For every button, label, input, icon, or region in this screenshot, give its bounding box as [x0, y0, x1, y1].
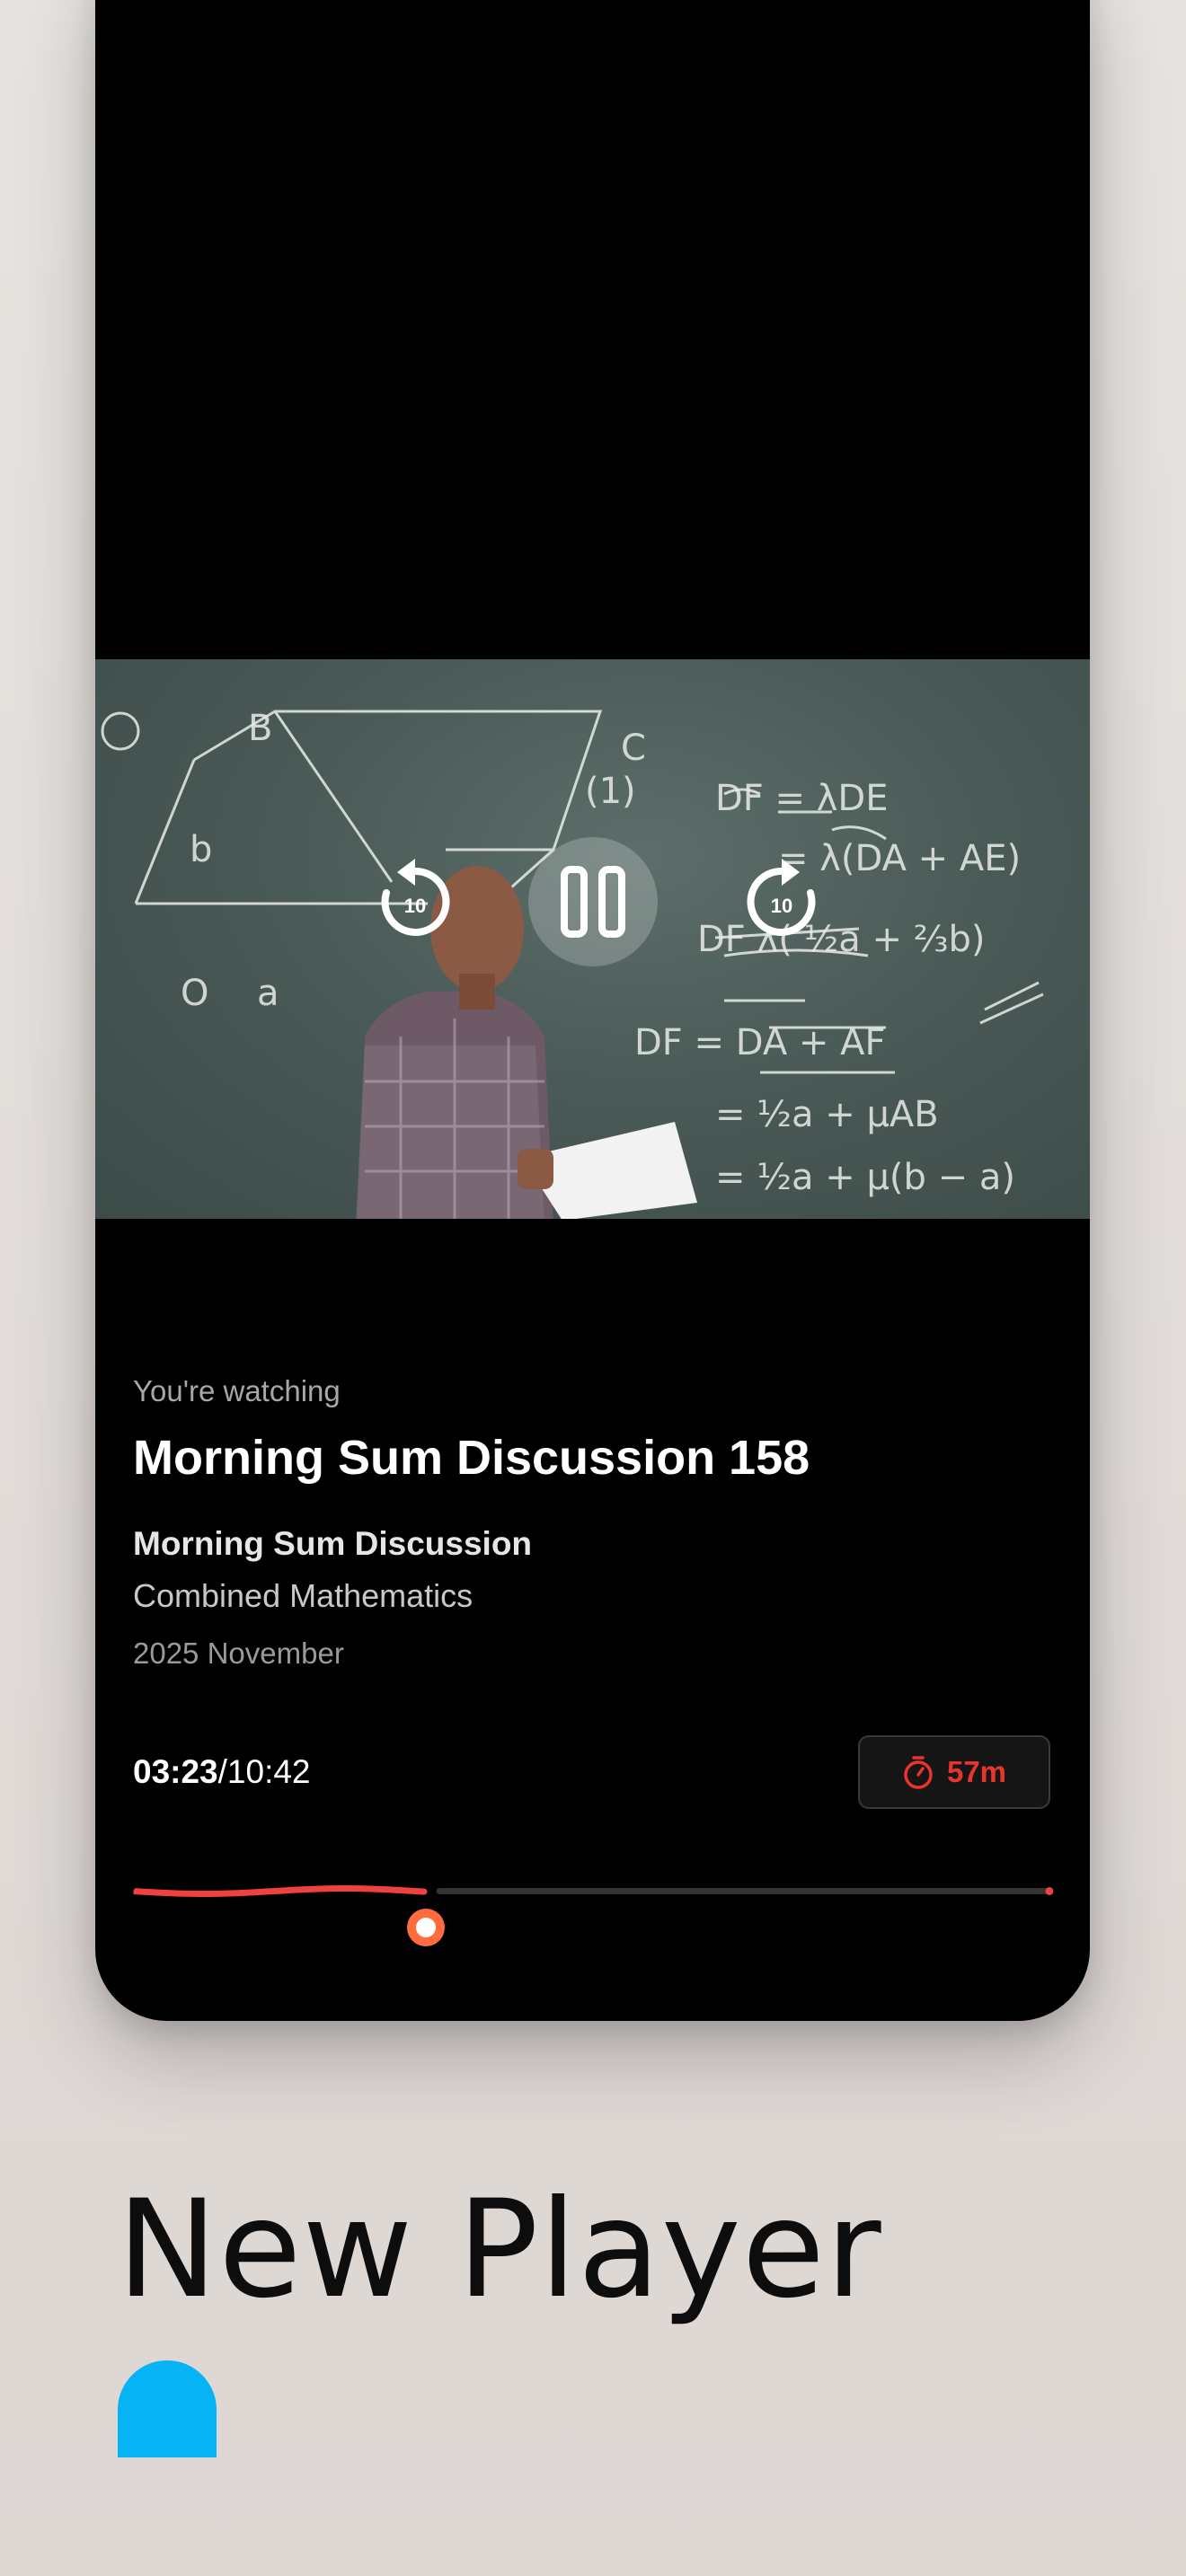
svg-text:B: B: [248, 708, 272, 749]
sleep-timer-label: 57m: [946, 1755, 1007, 1788]
seek-track: [436, 1888, 1053, 1894]
svg-text:a: a: [257, 973, 279, 1014]
stopwatch-icon: [904, 1756, 933, 1789]
current-time: 03:23: [133, 1753, 218, 1790]
svg-text:= ½a + μAB: = ½a + μAB: [715, 1094, 939, 1135]
svg-text:DF = DA + AF: DF = DA + AF: [634, 1022, 886, 1063]
pause-icon: [561, 866, 625, 938]
seek-bar[interactable]: [133, 1877, 1053, 1904]
brand-bubble-shape: [118, 2360, 217, 2457]
svg-text:b: b: [190, 829, 212, 870]
time-readout: 03:23/10:42: [133, 1753, 311, 1791]
svg-text:DF = λDE: DF = λDE: [715, 778, 889, 819]
forward-label: 10: [771, 895, 792, 917]
pause-button[interactable]: [528, 837, 658, 966]
phone-frame: B C (1) b O a DF = λDE = λ(DA + AE) DF λ…: [95, 0, 1090, 2021]
svg-text:(1): (1): [585, 771, 636, 812]
rewind-10-button[interactable]: 10: [370, 857, 460, 947]
video-player[interactable]: B C (1) b O a DF = λDE = λ(DA + AE) DF λ…: [95, 659, 1090, 1219]
total-time: 10:42: [226, 1753, 311, 1790]
time-separator: /: [217, 1753, 227, 1790]
subject-name: Combined Mathematics: [133, 1577, 474, 1614]
seek-played-wave: [133, 1884, 428, 1897]
promo-heading: New Player: [117, 2172, 882, 2328]
release-date: 2025 November: [133, 1636, 344, 1670]
now-playing-caption: You're watching: [133, 1374, 341, 1407]
svg-text:C: C: [621, 728, 646, 769]
forward-10-button[interactable]: 10: [737, 857, 827, 947]
rewind-icon: 10: [381, 859, 450, 936]
sleep-timer-button[interactable]: 57m: [858, 1735, 1050, 1809]
series-name: Morning Sum Discussion: [133, 1525, 533, 1562]
episode-title: Morning Sum Discussion 158: [133, 1431, 810, 1485]
svg-text:= ½a + μ(b − a): = ½a + μ(b − a): [715, 1157, 1015, 1198]
forward-icon: 10: [747, 859, 816, 936]
rewind-label: 10: [404, 895, 426, 917]
svg-text:O: O: [181, 973, 208, 1014]
seek-thumb[interactable]: [406, 1909, 445, 1946]
